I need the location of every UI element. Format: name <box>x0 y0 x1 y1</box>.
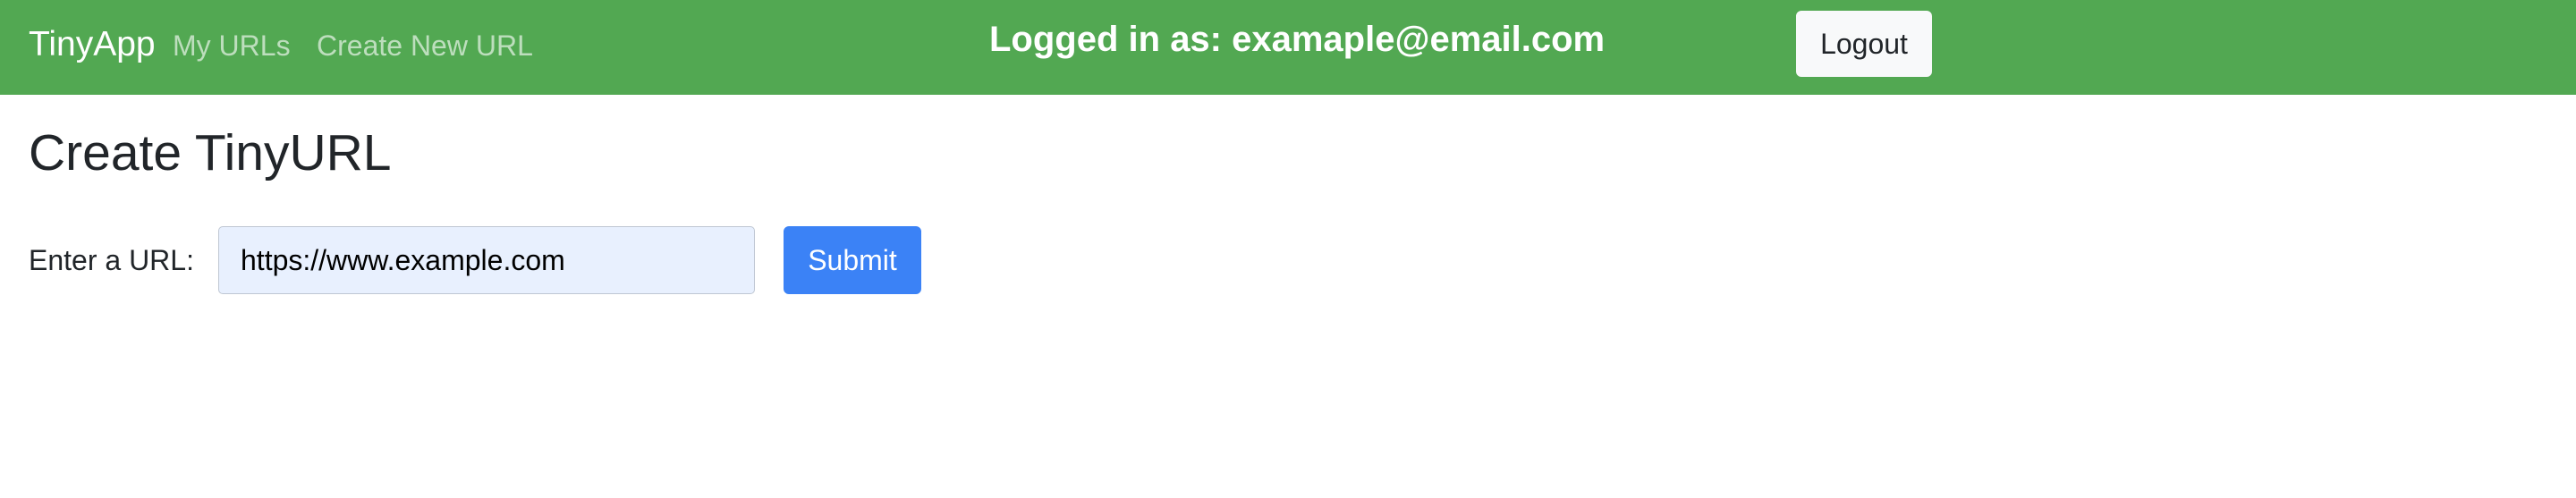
url-field-label: Enter a URL: <box>29 244 194 276</box>
top-navbar: TinyApp My URLs Create New URL Logged in… <box>0 0 2576 95</box>
submit-button[interactable]: Submit <box>784 226 921 294</box>
url-input[interactable] <box>218 226 755 294</box>
nav-link-create-new-url[interactable]: Create New URL <box>317 29 533 63</box>
logout-button[interactable]: Logout <box>1796 11 1932 77</box>
logged-in-status: Logged in as: examaple@email.com <box>989 20 1606 59</box>
page-title: Create TinyURL <box>29 124 392 181</box>
brand-link[interactable]: TinyApp <box>29 23 156 66</box>
nav-link-my-urls[interactable]: My URLs <box>173 29 291 63</box>
